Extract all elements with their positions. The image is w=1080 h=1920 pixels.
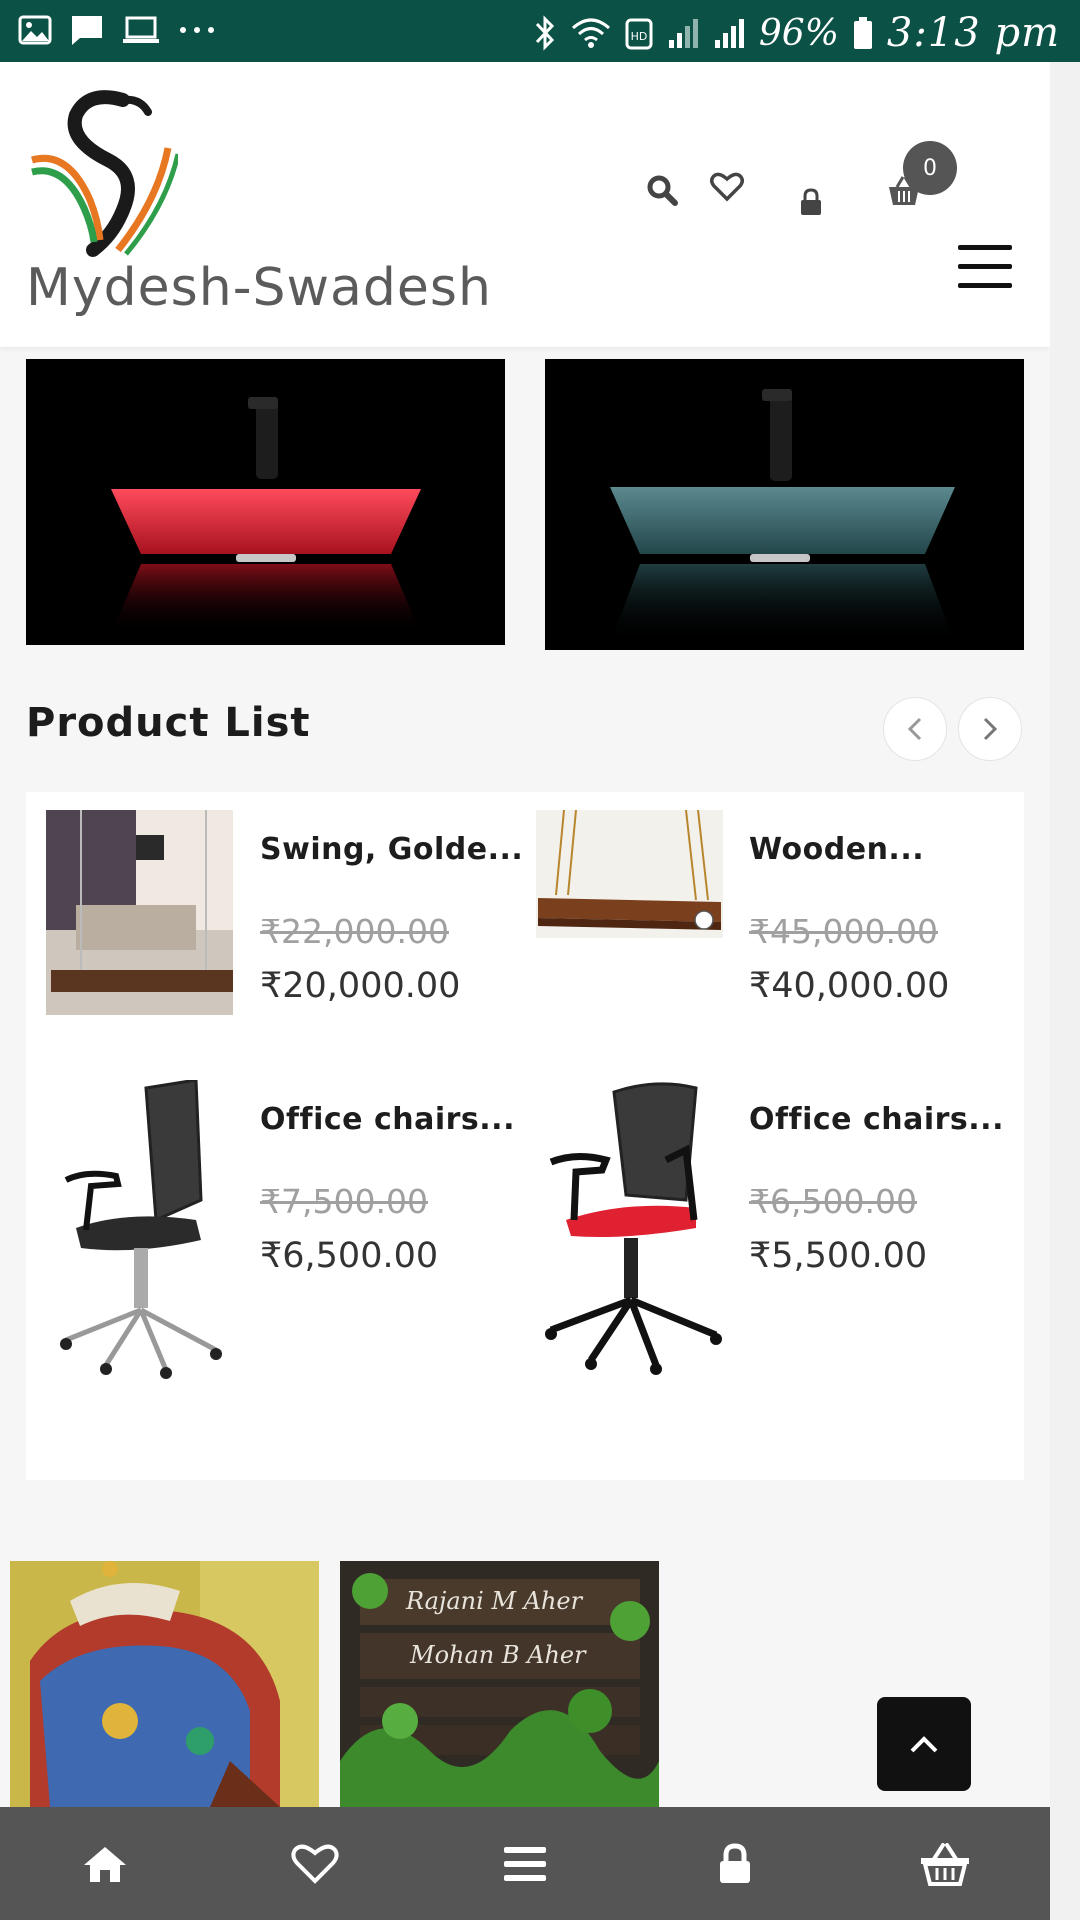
status-bar: HD 96% 3:13 pm xyxy=(0,0,1080,62)
product-image-office-chair-red[interactable] xyxy=(536,1080,726,1380)
status-right-icons: HD 96% 3:13 pm xyxy=(533,10,1060,56)
bottom-nav-home[interactable] xyxy=(0,1807,210,1920)
product-image-swing-golden[interactable] xyxy=(46,810,233,1015)
signal-icon xyxy=(714,19,744,48)
scroll-gutter xyxy=(1050,62,1080,1920)
site-header: Mydesh-Swadesh 0 xyxy=(0,62,1050,347)
banner-red-sink[interactable] xyxy=(26,359,505,645)
more-icon xyxy=(180,27,214,33)
product-name[interactable]: Swing, Golde... xyxy=(260,832,523,867)
product-price: ₹6,500.00 xyxy=(260,1236,439,1276)
signal-icon xyxy=(668,19,698,48)
name-plate-line-2: Mohan B Aher xyxy=(410,1641,586,1669)
product-price: ₹5,500.00 xyxy=(749,1236,928,1276)
svg-text:HD: HD xyxy=(631,30,648,43)
lock-icon xyxy=(720,1842,750,1883)
laptop-icon xyxy=(123,16,159,43)
product-old-price: ₹7,500.00 xyxy=(260,1182,428,1221)
menu-icon xyxy=(504,1846,546,1881)
basket-icon xyxy=(921,1842,969,1886)
battery-icon xyxy=(853,17,872,49)
back-to-top-button[interactable] xyxy=(877,1697,971,1791)
menu-icon[interactable] xyxy=(958,245,1012,289)
message-icon xyxy=(72,16,102,45)
tile-painted-elephant[interactable] xyxy=(10,1561,319,1807)
brand-logo[interactable] xyxy=(28,90,178,260)
product-price: ₹20,000.00 xyxy=(260,966,461,1006)
chevron-right-icon xyxy=(983,717,998,741)
product-image-wooden-swing[interactable] xyxy=(536,810,723,938)
lock-icon[interactable] xyxy=(798,187,824,217)
heart-icon xyxy=(291,1844,339,1884)
bottom-nav-menu[interactable] xyxy=(420,1807,630,1920)
red-sink-image xyxy=(111,397,421,634)
gallery-icon xyxy=(18,15,52,45)
clock: 3:13 pm xyxy=(886,10,1060,56)
name-plate-line-1: Rajani M Aher xyxy=(406,1587,583,1615)
cart-count-badge[interactable]: 0 xyxy=(903,141,957,195)
chevron-left-icon xyxy=(907,717,922,741)
carousel-next-button[interactable] xyxy=(958,697,1022,761)
bluetooth-icon xyxy=(535,15,554,51)
teal-sink-image xyxy=(610,389,955,644)
search-icon[interactable] xyxy=(646,174,678,206)
hd-icon: HD xyxy=(625,18,653,50)
product-old-price: ₹22,000.00 xyxy=(260,912,449,951)
bottom-nav-cart[interactable] xyxy=(840,1807,1050,1920)
product-old-price: ₹45,000.00 xyxy=(749,912,938,951)
bottom-nav-wishlist[interactable] xyxy=(210,1807,420,1920)
product-list-title: Product List xyxy=(26,700,311,746)
banner-teal-sink[interactable] xyxy=(545,359,1024,650)
chevron-up-icon xyxy=(910,1736,938,1753)
tile-name-plate[interactable]: Rajani M Aher Mohan B Aher xyxy=(340,1561,659,1807)
bottom-navigation xyxy=(0,1807,1050,1920)
product-list-card: Swing, Golde... ₹22,000.00 ₹20,000.00 Wo… xyxy=(26,792,1024,1480)
product-old-price: ₹6,500.00 xyxy=(749,1182,917,1221)
product-name[interactable]: Wooden... xyxy=(749,832,924,867)
product-price: ₹40,000.00 xyxy=(749,966,950,1006)
product-name[interactable]: Office chairs... xyxy=(260,1102,515,1137)
heart-icon[interactable] xyxy=(710,172,744,202)
status-left-icons xyxy=(18,14,216,46)
bottom-nav-account[interactable] xyxy=(630,1807,840,1920)
carousel-prev-button[interactable] xyxy=(883,697,947,761)
product-image-office-chair-black[interactable] xyxy=(46,1080,236,1380)
brand-name[interactable]: Mydesh-Swadesh xyxy=(26,258,492,318)
product-name[interactable]: Office chairs... xyxy=(749,1102,1004,1137)
home-icon xyxy=(84,1846,126,1882)
battery-percent: 96% xyxy=(758,12,839,54)
wifi-icon xyxy=(571,18,610,48)
